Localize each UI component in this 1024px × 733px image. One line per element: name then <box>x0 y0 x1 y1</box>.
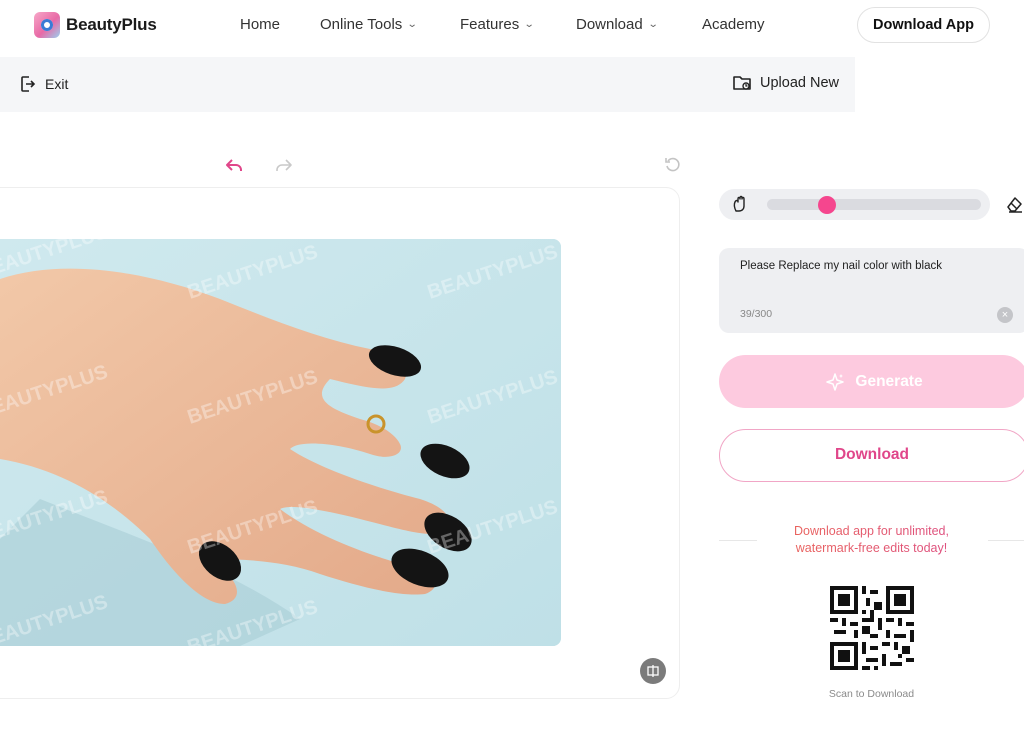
nav-features[interactable]: Features ⌄ <box>460 16 535 33</box>
reset-icon[interactable] <box>664 156 682 174</box>
download-button[interactable]: Download <box>719 429 1024 482</box>
exit-button[interactable]: Exit <box>20 75 68 93</box>
undo-icon[interactable] <box>224 156 244 174</box>
nav-download-label: Download <box>576 16 643 33</box>
nav-home[interactable]: Home <box>240 16 280 33</box>
nav-online-tools[interactable]: Online Tools ⌄ <box>320 16 418 33</box>
nav-academy[interactable]: Academy <box>702 16 765 33</box>
eraser-icon[interactable] <box>1005 195 1024 214</box>
sparkle-icon <box>826 372 845 391</box>
compare-icon <box>647 665 659 677</box>
brand-logo[interactable]: BeautyPlus <box>34 12 157 38</box>
prompt-text[interactable]: Please Replace my nail color with black <box>740 260 942 272</box>
promo-line-2: watermark-free edits today! <box>719 540 1024 557</box>
generate-button[interactable]: Generate <box>719 355 1024 408</box>
nav-download[interactable]: Download ⌄ <box>576 16 659 33</box>
nav-online-tools-label: Online Tools <box>320 16 403 33</box>
close-icon: × <box>1001 309 1009 321</box>
qr-code <box>830 586 914 670</box>
exit-icon <box>21 76 36 92</box>
generate-label: Generate <box>855 372 923 390</box>
prompt-char-count: 39/300 <box>740 308 773 320</box>
brush-size-slider-thumb[interactable] <box>817 196 836 214</box>
scan-to-download-label: Scan to Download <box>828 688 915 700</box>
editing-image[interactable]: BEAUTYPLUS BEAUTYPLUS BEAUTYPLUS BEAUTYP… <box>0 239 561 646</box>
upload-new-label: Upload New <box>760 75 839 91</box>
nav-academy-label: Academy <box>702 16 765 33</box>
prompt-field[interactable]: Please Replace my nail color with black … <box>719 248 1024 333</box>
upload-new-button[interactable]: Upload New <box>732 74 839 92</box>
promo-message: Download app for unlimited, watermark-fr… <box>719 523 1024 557</box>
promo-line-1: Download app for unlimited, <box>719 523 1024 540</box>
brand-name: BeautyPlus <box>66 15 157 34</box>
brush-size-slider[interactable] <box>767 196 981 214</box>
compare-button[interactable] <box>640 658 666 684</box>
download-label: Download <box>834 446 910 463</box>
brush-size-control <box>719 189 990 220</box>
editor-toolbar: Exit Upload New <box>0 57 855 112</box>
hand-brush-icon <box>733 195 745 212</box>
top-navigation: BeautyPlus Home Online Tools ⌄ Features … <box>0 0 1024 50</box>
chevron-down-icon: ⌄ <box>407 19 418 30</box>
clear-prompt-button[interactable]: × <box>997 307 1013 323</box>
redo-icon[interactable] <box>274 156 294 174</box>
download-app-button[interactable]: Download App <box>857 7 990 43</box>
exit-label: Exit <box>45 76 69 92</box>
upload-folder-icon <box>733 76 751 90</box>
brand-logo-icon <box>34 12 60 38</box>
chevron-down-icon: ⌄ <box>647 19 659 30</box>
chevron-down-icon: ⌄ <box>523 19 535 30</box>
nav-home-label: Home <box>240 16 281 33</box>
nav-features-label: Features <box>460 16 520 33</box>
